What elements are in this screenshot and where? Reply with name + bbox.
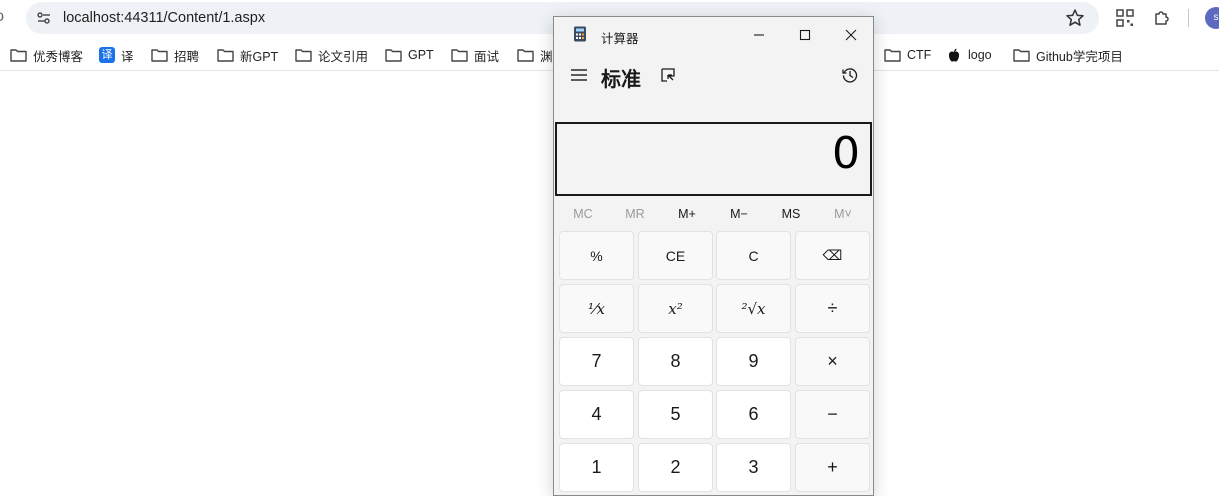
display-value: 0	[832, 128, 860, 179]
subtract-button[interactable]: −	[795, 390, 870, 439]
memory-clear-button[interactable]: MC	[557, 203, 609, 225]
bookmark-folder-partial[interactable]: 渊	[517, 45, 553, 65]
digit-8-button[interactable]: 8	[638, 337, 713, 386]
menu-hamburger-icon[interactable]	[570, 68, 588, 82]
apple-icon	[948, 48, 960, 62]
bookmark-label: 优秀博客	[33, 49, 84, 64]
folder-icon	[884, 49, 901, 62]
divide-button[interactable]: ÷	[795, 284, 870, 333]
reload-icon[interactable]: ɔ	[0, 5, 4, 29]
bookmark-folder-gpt[interactable]: GPT	[385, 45, 434, 65]
clear-button[interactable]: C	[716, 231, 791, 280]
folder-icon	[10, 49, 27, 62]
square-button[interactable]: x²	[638, 284, 713, 333]
digit-4-button[interactable]: 4	[559, 390, 634, 439]
folder-icon	[217, 49, 234, 62]
bookmark-label: 面试	[474, 49, 500, 64]
maximize-button[interactable]	[788, 23, 822, 47]
history-icon[interactable]	[841, 66, 859, 84]
reciprocal-button[interactable]: ¹⁄x	[559, 284, 634, 333]
bookmark-label: logo	[968, 48, 992, 62]
keep-on-top-icon[interactable]	[660, 67, 676, 83]
backspace-button[interactable]: ⌫	[795, 231, 870, 280]
window-title: 计算器	[601, 32, 639, 46]
close-button[interactable]	[834, 23, 868, 47]
qr-code-icon[interactable]	[1115, 8, 1135, 28]
calculator-app-icon	[574, 26, 586, 42]
bookmark-label: 论文引用	[318, 49, 369, 64]
bookmark-folder-github[interactable]: Github学完项目	[1013, 45, 1123, 65]
memory-subtract-button[interactable]: M−	[713, 203, 765, 225]
digit-6-button[interactable]: 6	[716, 390, 791, 439]
clear-entry-button[interactable]: CE	[638, 231, 713, 280]
minimize-button[interactable]	[742, 23, 776, 47]
square-root-button[interactable]: ²√x	[716, 284, 791, 333]
translate-icon: 译	[99, 47, 115, 63]
folder-icon	[1013, 49, 1030, 62]
calculator-mode-title: 标准	[601, 69, 641, 91]
add-button[interactable]: +	[795, 443, 870, 492]
folder-icon	[451, 49, 468, 62]
multiply-button[interactable]: ×	[795, 337, 870, 386]
percent-button[interactable]: %	[559, 231, 634, 280]
bookmark-label: Github学完项目	[1036, 49, 1123, 64]
folder-icon	[517, 49, 534, 62]
bookmark-folder-jobs[interactable]: 招聘	[151, 45, 199, 65]
bookmark-label: 译	[121, 49, 134, 64]
digit-9-button[interactable]: 9	[716, 337, 791, 386]
folder-icon	[295, 49, 312, 62]
bookmark-label: 新GPT	[240, 49, 279, 64]
url-text[interactable]: localhost:44311/Content/1.aspx	[63, 8, 265, 28]
bookmark-label: 渊	[540, 49, 553, 64]
site-info-icon[interactable]	[35, 9, 53, 27]
calculator-window: 计算器 标准 0 MC MR M+ M− MS M˅ % CE C ⌫ ¹⁄x	[553, 16, 874, 496]
digit-3-button[interactable]: 3	[716, 443, 791, 492]
profile-avatar[interactable]: s	[1205, 7, 1219, 29]
folder-icon	[151, 49, 168, 62]
bookmark-translate[interactable]: 译 译	[99, 45, 134, 65]
memory-add-button[interactable]: M+	[661, 203, 713, 225]
bookmark-label: GPT	[408, 48, 434, 62]
extensions-icon[interactable]	[1152, 8, 1172, 28]
memory-store-button[interactable]: MS	[765, 203, 817, 225]
bookmark-logo[interactable]: logo	[946, 45, 992, 65]
bookmark-folder-ctf[interactable]: CTF	[884, 45, 931, 65]
bookmark-label: 招聘	[174, 49, 200, 64]
minimize-icon	[754, 34, 764, 36]
memory-recall-button[interactable]: MR	[609, 203, 661, 225]
maximize-icon	[799, 29, 811, 41]
digit-1-button[interactable]: 1	[559, 443, 634, 492]
memory-row: MC MR M+ M− MS M˅	[554, 203, 873, 225]
bookmark-label: CTF	[907, 48, 932, 62]
result-display[interactable]: 0	[555, 122, 872, 196]
bookmark-folder-new-gpt[interactable]: 新GPT	[217, 45, 278, 65]
folder-icon	[385, 49, 402, 62]
bookmark-folder-blogs[interactable]: 优秀博客	[10, 45, 83, 65]
bookmark-folder-citations[interactable]: 论文引用	[295, 45, 368, 65]
close-icon	[845, 29, 857, 41]
memory-list-button[interactable]: M˅	[817, 203, 869, 225]
digit-2-button[interactable]: 2	[638, 443, 713, 492]
bookmark-folder-interview[interactable]: 面试	[451, 45, 499, 65]
bookmark-star-icon[interactable]	[1065, 8, 1085, 28]
digit-5-button[interactable]: 5	[638, 390, 713, 439]
digit-7-button[interactable]: 7	[559, 337, 634, 386]
toolbar-divider	[1188, 9, 1189, 27]
